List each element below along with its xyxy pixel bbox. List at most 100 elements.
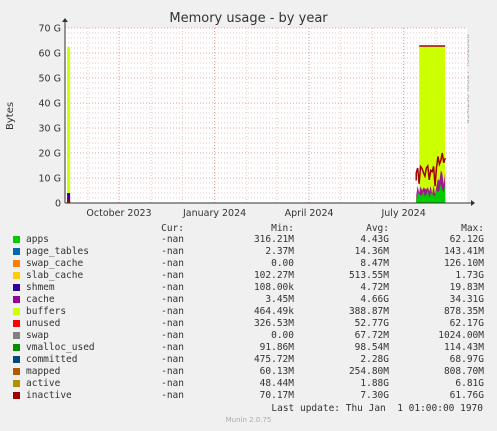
legend-avg-value: 8.47M: [360, 258, 389, 269]
legend-avg-value: 254.80M: [348, 366, 389, 377]
legend-row-committed: committed -nan 475.72M 2.28G 68.97G: [13, 354, 493, 366]
legend-name: buffers: [26, 306, 67, 317]
series-unused-early: [67, 46, 71, 203]
y-tick-label: 60 G: [39, 49, 61, 60]
series-inactive-early: [67, 199, 71, 203]
legend-avg-value: 1.88G: [360, 378, 389, 389]
legend-min-value: 3.45M: [265, 294, 294, 305]
legend-row-shmem: shmem -nan 108.00k 4.72M 19.83M: [13, 282, 493, 294]
legend-cur-value: -nan: [161, 258, 184, 269]
legend-name: inactive: [26, 390, 72, 401]
x-tick-label: April 2024: [285, 208, 334, 219]
legend-max-value: 114.43M: [443, 342, 484, 353]
legend-max-value: 62.17G: [449, 318, 484, 329]
legend-max-value: 143.41M: [443, 246, 484, 257]
legend-cur-value: -nan: [161, 378, 184, 389]
legend-name: mapped: [26, 366, 61, 377]
legend-name: slab_cache: [26, 270, 84, 281]
last-update: Last update: Thu Jan 1 01:00:00 1970: [271, 403, 483, 414]
y-tick-label: 50 G: [39, 74, 61, 85]
legend-min-value: 60.13M: [259, 366, 294, 377]
legend-name: vmalloc_used: [26, 342, 95, 353]
legend-max-value: 34.31G: [449, 294, 484, 305]
legend-name: active: [26, 378, 61, 389]
legend-avg-value: 4.66G: [360, 294, 389, 305]
legend-cur-value: -nan: [161, 246, 184, 257]
legend-name: page_tables: [26, 246, 89, 257]
legend-avg-value: 4.72M: [360, 282, 389, 293]
legend-swatch: [13, 368, 20, 375]
legend-max-value: 1.73G: [455, 270, 484, 281]
legend-min-value: 70.17M: [259, 390, 294, 401]
y-tick-label: 20 G: [39, 149, 61, 160]
plot-area: 0 10 G 20 G 30 G 40 G 50 G 60 G 70 G October 202…: [39, 18, 475, 219]
legend-row-vmalloc_used: vmalloc_used -nan 91.86M 98.54M 114.43M: [13, 342, 493, 354]
legend-row-slab_cache: slab_cache -nan 102.27M 513.55M 1.73G: [13, 270, 493, 282]
legend-max-value: 6.81G: [455, 378, 484, 389]
legend-cur-value: -nan: [161, 390, 184, 401]
legend-avg-value: 7.30G: [360, 390, 389, 401]
legend-avg-value: 67.72M: [354, 330, 389, 341]
legend-min-value: 91.86M: [259, 342, 294, 353]
legend-min-value: 102.27M: [253, 270, 294, 281]
legend-avg-value: 388.87M: [348, 306, 389, 317]
legend-row-page_tables: page_tables -nan 2.37M 14.36M 143.41M: [13, 246, 493, 258]
legend-row-inactive: inactive -nan 70.17M 7.30G 61.76G: [13, 390, 493, 402]
legend-name: cache: [26, 294, 55, 305]
legend-max-value: 126.10M: [443, 258, 484, 269]
legend-row-unused: unused -nan 326.53M 52.77G 62.17G: [13, 318, 493, 330]
x-tick-label: July 2024: [380, 208, 425, 219]
legend-row-swap: swap -nan 0.00 67.72M 1024.00M: [13, 330, 493, 342]
legend-max-value: 68.97G: [449, 354, 484, 365]
legend-cur-value: -nan: [161, 234, 184, 245]
legend-avg-value: 4.43G: [360, 234, 389, 245]
legend-min-value: 464.49k: [253, 306, 294, 317]
legend-max-value: 1024.00M: [438, 330, 484, 341]
legend-swatch: [13, 332, 20, 339]
legend-cur-value: -nan: [161, 318, 184, 329]
legend-max-value: 878.35M: [443, 306, 484, 317]
legend-max-value: 19.83M: [449, 282, 484, 293]
legend-cur-value: -nan: [161, 282, 184, 293]
legend-cur-value: -nan: [161, 342, 184, 353]
legend-swatch: [13, 236, 20, 243]
legend-swatch: [13, 284, 20, 291]
legend-max-value: 61.76G: [449, 390, 484, 401]
legend-name: committed: [26, 354, 78, 365]
legend-avg-value: 52.77G: [354, 318, 389, 329]
legend-min-value: 48.44M: [259, 378, 294, 389]
legend-cur-value: -nan: [161, 294, 184, 305]
legend-min-value: 0.00: [271, 330, 294, 341]
legend-cur-value: -nan: [161, 354, 184, 365]
legend-max-value: 808.70M: [443, 366, 484, 377]
legend-avg-value: 98.54M: [354, 342, 389, 353]
legend-swatch: [13, 356, 20, 363]
legend-cur-value: -nan: [161, 366, 184, 377]
legend-swatch: [13, 248, 20, 255]
legend-name: swap_cache: [26, 258, 84, 269]
y-tick-label: 40 G: [39, 99, 61, 110]
col-head-max: Max:: [461, 223, 484, 234]
legend-name: shmem: [26, 282, 55, 293]
legend-min-value: 2.37M: [265, 246, 294, 257]
legend-swatch: [13, 272, 20, 279]
legend-name: apps: [26, 234, 49, 245]
legend-min-value: 316.21M: [253, 234, 294, 245]
legend-cur-value: -nan: [161, 270, 184, 281]
legend-swatch: [13, 344, 20, 351]
col-head-avg: Avg:: [366, 223, 389, 234]
legend-min-value: 0.00: [271, 258, 294, 269]
plot-background: [65, 28, 467, 203]
legend-swatch: [13, 392, 20, 399]
y-tick-label: 70 G: [39, 24, 61, 35]
legend-swatch: [13, 296, 20, 303]
legend-name: swap: [26, 330, 49, 341]
legend-swatch: [13, 260, 20, 267]
legend-row-apps: apps -nan 316.21M 4.43G 62.12G: [13, 234, 493, 246]
legend-cur-value: -nan: [161, 306, 184, 317]
legend-row-active: active -nan 48.44M 1.88G 6.81G: [13, 378, 493, 390]
legend-avg-value: 513.55M: [348, 270, 389, 281]
legend-row-swap_cache: swap_cache -nan 0.00 8.47M 126.10M: [13, 258, 493, 270]
y-tick-label: 30 G: [39, 124, 61, 135]
y-axis-arrow: [62, 18, 68, 22]
